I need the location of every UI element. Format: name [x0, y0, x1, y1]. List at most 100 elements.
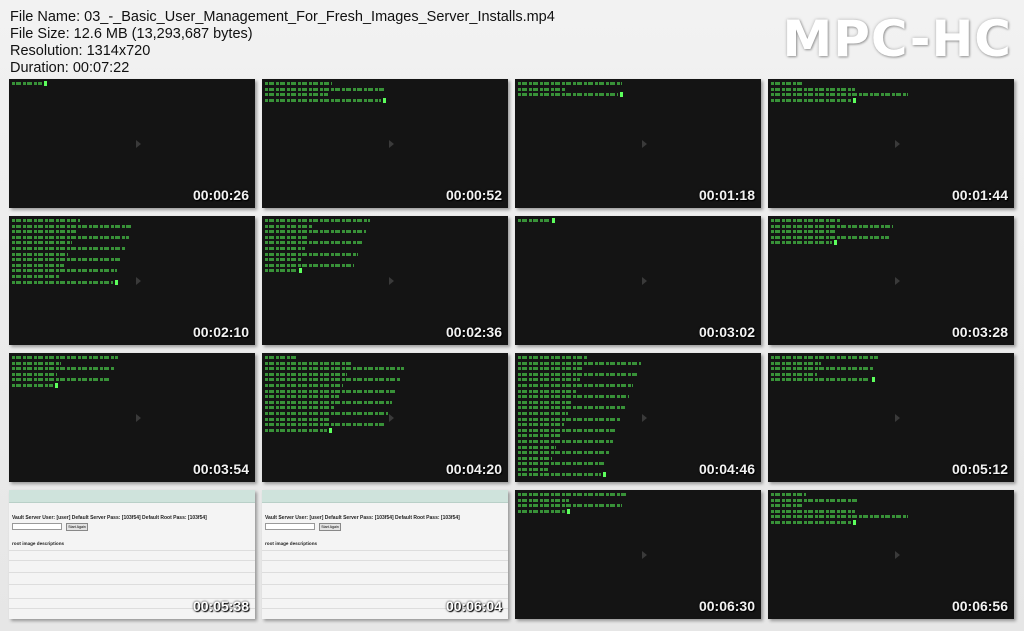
video-thumbnail[interactable]: Vault Server User: [user] Default Server… — [262, 490, 508, 619]
web-section-title: root image descriptions — [12, 541, 65, 546]
file-info: File Name: 03_-_Basic_User_Management_Fo… — [10, 9, 555, 77]
play-icon — [895, 140, 900, 148]
play-icon — [895, 277, 900, 285]
terminal-cursor — [552, 218, 555, 223]
terminal-cursor — [383, 97, 386, 103]
terminal-cursor — [115, 279, 118, 285]
terminal-output — [771, 81, 1011, 103]
terminal-output — [518, 218, 758, 224]
play-icon — [895, 414, 900, 422]
web-start-again-button: Start Again — [66, 523, 88, 531]
file-name: File Name: 03_-_Basic_User_Management_Fo… — [10, 9, 555, 25]
web-notice-bar — [262, 490, 508, 503]
play-icon — [642, 551, 647, 559]
terminal-output — [265, 81, 505, 103]
play-icon — [136, 140, 141, 148]
terminal-output — [771, 218, 1011, 246]
terminal-cursor — [329, 427, 332, 433]
duration: Duration: 00:07:22 — [10, 60, 130, 76]
web-divider — [262, 584, 508, 585]
play-icon — [642, 140, 647, 148]
terminal-line — [265, 427, 505, 434]
video-thumbnail[interactable]: 00:04:20 — [262, 353, 508, 482]
web-divider — [9, 584, 255, 585]
thumbnail-timestamp: 00:04:46 — [698, 461, 755, 477]
thumbnail-timestamp: 00:06:04 — [445, 598, 502, 614]
terminal-line — [12, 81, 252, 87]
terminal-line — [12, 382, 252, 389]
terminal-output — [518, 355, 758, 478]
thumbnail-timestamp: 00:04:20 — [445, 461, 502, 477]
thumbnail-timestamp: 00:02:36 — [445, 324, 502, 340]
video-thumbnail[interactable]: 00:05:12 — [768, 353, 1014, 482]
web-divider — [9, 550, 255, 551]
web-divider — [9, 572, 255, 573]
terminal-line — [771, 519, 1011, 526]
thumbnail-timestamp: 00:06:56 — [951, 598, 1008, 614]
video-thumbnail[interactable]: 00:01:18 — [515, 79, 761, 208]
web-start-again-button: Start Again — [319, 523, 341, 531]
terminal-cursor — [567, 508, 570, 514]
video-thumbnail[interactable]: 00:00:26 — [9, 79, 255, 208]
terminal-output — [518, 492, 758, 514]
web-divider — [262, 550, 508, 551]
video-thumbnail[interactable]: 00:04:46 — [515, 353, 761, 482]
thumbnail-timestamp: 00:03:28 — [951, 324, 1008, 340]
video-thumbnail[interactable]: 00:01:44 — [768, 79, 1014, 208]
terminal-line — [265, 268, 505, 274]
terminal-output — [771, 492, 1011, 526]
play-icon — [895, 551, 900, 559]
terminal-line — [771, 377, 1011, 383]
thumbnail-timestamp: 00:06:30 — [698, 598, 755, 614]
web-select — [265, 523, 315, 530]
play-icon — [642, 414, 647, 422]
thumbnail-timestamp: 00:05:12 — [951, 461, 1008, 477]
terminal-output — [12, 81, 252, 87]
terminal-output — [12, 218, 252, 285]
terminal-line — [518, 92, 758, 98]
thumbnail-timestamp: 00:01:18 — [698, 187, 755, 203]
video-thumbnail[interactable]: 00:02:36 — [262, 216, 508, 345]
terminal-output — [771, 355, 1011, 383]
web-heading: Vault Server User: [user] Default Server… — [12, 515, 207, 521]
terminal-output — [12, 355, 252, 389]
play-icon — [136, 277, 141, 285]
web-divider — [262, 560, 508, 561]
video-thumbnail[interactable]: 00:03:02 — [515, 216, 761, 345]
terminal-cursor — [55, 382, 58, 388]
mpc-hc-logo: MPC-HC — [782, 10, 1012, 68]
web-notice-bar — [9, 490, 255, 503]
terminal-cursor — [872, 377, 875, 383]
thumbnail-timestamp: 00:05:38 — [192, 598, 249, 614]
play-icon — [389, 140, 394, 148]
play-icon — [642, 277, 647, 285]
video-thumbnail[interactable]: 00:06:56 — [768, 490, 1014, 619]
video-thumbnail[interactable]: 00:00:52 — [262, 79, 508, 208]
thumbnail-timestamp: 00:00:26 — [192, 187, 249, 203]
thumbnail-timestamp: 00:00:52 — [445, 187, 502, 203]
video-thumbnail[interactable]: 00:03:54 — [9, 353, 255, 482]
file-size: File Size: 12.6 MB (13,293,687 bytes) — [10, 26, 253, 42]
terminal-output — [518, 81, 758, 98]
thumbnail-timestamp: 00:03:02 — [698, 324, 755, 340]
video-thumbnail[interactable]: 00:02:10 — [9, 216, 255, 345]
web-heading: Vault Server User: [user] Default Server… — [265, 515, 460, 521]
play-icon — [389, 414, 394, 422]
web-divider — [9, 560, 255, 561]
terminal-line — [12, 279, 252, 286]
terminal-cursor — [853, 97, 856, 103]
terminal-line — [518, 218, 758, 224]
terminal-output — [265, 218, 505, 274]
video-thumbnail[interactable]: 00:03:28 — [768, 216, 1014, 345]
terminal-cursor — [299, 268, 302, 274]
terminal-output — [265, 355, 505, 433]
resolution: Resolution: 1314x720 — [10, 43, 151, 59]
video-thumbnail[interactable]: Vault Server User: [user] Default Server… — [9, 490, 255, 619]
terminal-cursor — [834, 240, 837, 246]
terminal-cursor — [853, 519, 856, 525]
video-thumbnail[interactable]: 00:06:30 — [515, 490, 761, 619]
terminal-line — [265, 97, 505, 104]
play-icon — [389, 277, 394, 285]
web-divider — [262, 572, 508, 573]
terminal-line — [771, 97, 1011, 104]
